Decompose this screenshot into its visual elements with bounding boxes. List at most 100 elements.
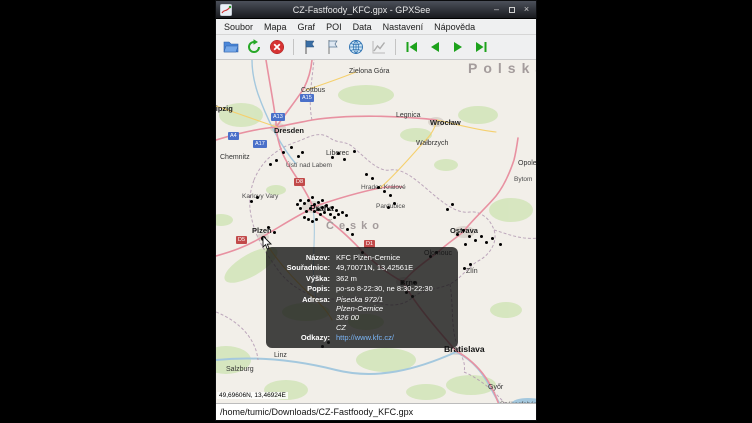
waypoint-dot[interactable]: [499, 243, 502, 246]
waypoint-dot[interactable]: [371, 177, 374, 180]
waypoint-dot[interactable]: [377, 186, 380, 189]
first-icon[interactable]: [402, 37, 422, 57]
map-view[interactable]: PolskaZielona GóraCottbusLeipzigLegnicaW…: [216, 60, 536, 403]
waypoint-dot[interactable]: [297, 155, 300, 158]
menu-item-poi[interactable]: POI: [321, 21, 347, 33]
waypoint-dot[interactable]: [317, 201, 320, 204]
waypoint-dot[interactable]: [337, 213, 340, 216]
waypoint-dot[interactable]: [456, 233, 459, 236]
toolbar: [216, 35, 536, 60]
previous-icon[interactable]: [425, 37, 445, 57]
waypoint-dot[interactable]: [491, 237, 494, 240]
waypoint-dot[interactable]: [307, 199, 310, 202]
waypoint-dot[interactable]: [309, 207, 312, 210]
waypoint-dot[interactable]: [267, 226, 270, 229]
waypoint-dot[interactable]: [387, 206, 390, 209]
titlebar[interactable]: CZ-Fastfoody_KFC.gpx - GPXSee – ×: [216, 1, 536, 19]
waypoint-dot[interactable]: [329, 213, 332, 216]
menu-item-nastavení[interactable]: Nastavení: [378, 21, 429, 33]
waypoint-dot[interactable]: [474, 239, 477, 242]
menu-item-soubor[interactable]: Soubor: [219, 21, 258, 33]
waypoint-dot[interactable]: [464, 243, 467, 246]
road-shield: D5: [236, 236, 247, 244]
last-icon[interactable]: [471, 37, 491, 57]
waypoint-dot[interactable]: [307, 218, 310, 221]
waypoint-dot[interactable]: [319, 213, 322, 216]
waypoint-dot[interactable]: [311, 196, 314, 199]
waypoint-dot[interactable]: [480, 235, 483, 238]
waypoint-dot[interactable]: [313, 210, 316, 213]
waypoint-dot[interactable]: [468, 235, 471, 238]
waypoint-dot[interactable]: [303, 216, 306, 219]
waypoint-dot[interactable]: [250, 200, 253, 203]
waypoint-dot[interactable]: [337, 152, 340, 155]
waypoint-dot[interactable]: [353, 150, 356, 153]
waypoint-dot[interactable]: [269, 163, 272, 166]
menu-item-mapa[interactable]: Mapa: [259, 21, 292, 33]
waypoint-dot[interactable]: [275, 159, 278, 162]
waypoint-dot[interactable]: [451, 203, 454, 206]
waypoint-link[interactable]: http://www.kfc.cz/: [336, 333, 450, 342]
waypoint-dot[interactable]: [282, 151, 285, 154]
waypoint-dot[interactable]: [313, 203, 316, 206]
waypoint-dot[interactable]: [343, 158, 346, 161]
show-poi-icon[interactable]: [300, 37, 320, 57]
window-controls: – ×: [491, 4, 532, 15]
next-icon[interactable]: [448, 37, 468, 57]
waypoint-dot[interactable]: [462, 229, 465, 232]
waypoint-dot[interactable]: [365, 173, 368, 176]
map-label: Česko: [326, 220, 384, 232]
waypoint-dot[interactable]: [346, 228, 349, 231]
waypoint-dot[interactable]: [446, 208, 449, 211]
waypoint-dot[interactable]: [296, 203, 299, 206]
waypoint-dot[interactable]: [393, 202, 396, 205]
menu-item-nápověda[interactable]: Nápověda: [429, 21, 480, 33]
close-file-icon[interactable]: [267, 37, 287, 57]
reload-file-icon[interactable]: [244, 37, 264, 57]
waypoint-dot[interactable]: [341, 211, 344, 214]
waypoint-dot[interactable]: [256, 196, 259, 199]
waypoint-dot[interactable]: [311, 220, 314, 223]
road-shield: A15: [300, 94, 314, 102]
waypoint-dot[interactable]: [389, 194, 392, 197]
waypoint-dot[interactable]: [317, 208, 320, 211]
show-graphs-icon[interactable]: [369, 37, 389, 57]
minimize-icon[interactable]: –: [491, 4, 502, 15]
waypoint-dot[interactable]: [469, 263, 472, 266]
waypoint-dot[interactable]: [303, 202, 306, 205]
road-shield: D8: [294, 178, 305, 186]
statusbar: /home/tumic/Downloads/CZ-Fastfoody_KFC.g…: [216, 403, 536, 420]
waypoint-dot[interactable]: [325, 204, 328, 207]
waypoint-dot[interactable]: [321, 206, 324, 209]
waypoint-dot[interactable]: [463, 267, 466, 270]
waypoint-dot[interactable]: [345, 214, 348, 217]
waypoint-dot[interactable]: [273, 231, 276, 234]
waypoint-dot[interactable]: [327, 208, 330, 211]
waypoint-dot[interactable]: [323, 211, 326, 214]
tooltip-field-label: Adresa:: [274, 295, 330, 333]
waypoint-dot[interactable]: [299, 199, 302, 202]
waypoint-dot[interactable]: [290, 146, 293, 149]
waypoint-dot[interactable]: [305, 210, 308, 213]
waypoint-dot[interactable]: [321, 199, 324, 202]
maximize-icon[interactable]: [506, 4, 517, 15]
waypoint-dot[interactable]: [383, 190, 386, 193]
waypoint-dot[interactable]: [333, 216, 336, 219]
menu-item-graf[interactable]: Graf: [293, 21, 321, 33]
waypoint-dot[interactable]: [331, 156, 334, 159]
cursor-coordinates: 49,69606N, 13,46924E: [217, 392, 288, 399]
waypoint-dot[interactable]: [335, 209, 338, 212]
waypoint-dot[interactable]: [485, 241, 488, 244]
waypoint-dot[interactable]: [315, 218, 318, 221]
waypoint-dot[interactable]: [301, 151, 304, 154]
map-label: Wałbrzych: [416, 140, 448, 147]
waypoint-dot[interactable]: [331, 206, 334, 209]
open-file-icon[interactable]: [221, 37, 241, 57]
open-poi-file-icon[interactable]: [323, 37, 343, 57]
menu-item-data[interactable]: Data: [348, 21, 377, 33]
close-icon[interactable]: ×: [521, 4, 532, 15]
show-map-icon[interactable]: [346, 37, 366, 57]
waypoint-dot[interactable]: [351, 233, 354, 236]
tooltip-field-value: 49,70071N, 13,42561E: [336, 263, 450, 272]
waypoint-dot[interactable]: [299, 207, 302, 210]
